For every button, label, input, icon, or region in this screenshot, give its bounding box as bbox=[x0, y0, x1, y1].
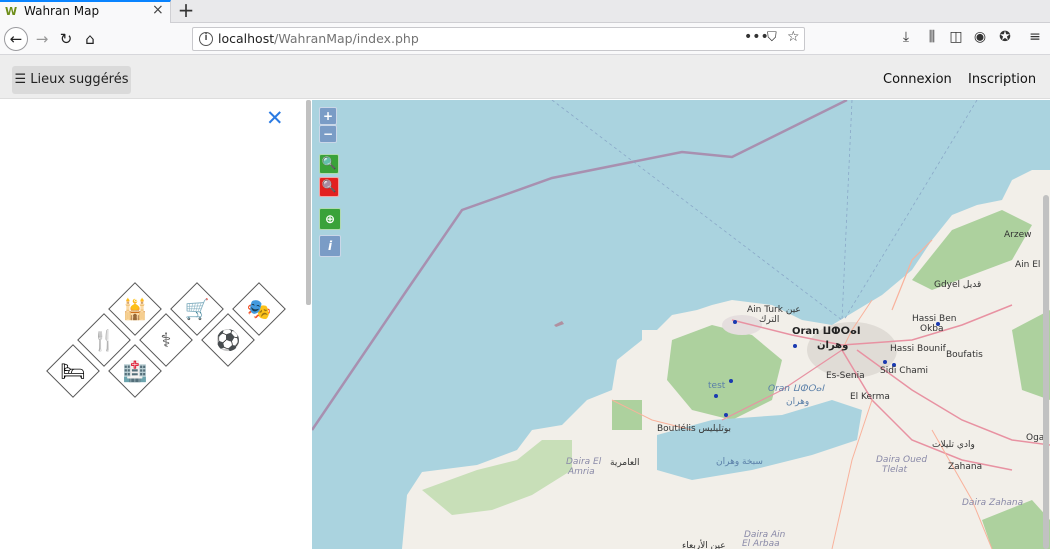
map-label: Amria bbox=[568, 467, 595, 477]
map-scrollbar[interactable] bbox=[1043, 195, 1049, 549]
map-label: Arzew bbox=[1004, 230, 1032, 240]
map-label: El Kerma bbox=[850, 392, 890, 402]
map-label: Sidi Chami bbox=[880, 366, 929, 376]
map-label: Daira El bbox=[566, 457, 602, 467]
pocket-icon[interactable]: ⛉ bbox=[767, 30, 777, 45]
account-icon[interactable]: ◉ bbox=[970, 29, 990, 45]
info-icon[interactable]: i bbox=[199, 32, 213, 46]
map-label: Okba bbox=[920, 324, 944, 334]
forward-button[interactable]: → bbox=[30, 27, 54, 51]
tab-title: Wahran Map bbox=[24, 4, 100, 18]
map-label: عين الأربعاء bbox=[682, 541, 726, 549]
reload-button[interactable]: ↻ bbox=[54, 27, 78, 51]
map-label: وادي تليلات bbox=[932, 440, 975, 450]
url-bar[interactable]: i localhost/WahranMap/index.php ••• ⛉ ☆ bbox=[192, 27, 805, 51]
bed-icon: 🛏 bbox=[60, 359, 86, 383]
map-label: Es-Senia bbox=[826, 371, 865, 381]
signup-link[interactable]: Inscription bbox=[968, 72, 1036, 87]
zoom-in-button[interactable]: + bbox=[319, 107, 337, 125]
map-label: وهران bbox=[786, 397, 810, 407]
map-label: Hassi Bounif bbox=[890, 344, 946, 354]
map-label: Oran ⵡⵀⵔⴰⵏ bbox=[792, 326, 861, 337]
browser-nav-bar: ← → ↻ ⌂ i localhost/WahranMap/index.php … bbox=[0, 23, 1050, 55]
map-label: test bbox=[708, 381, 726, 391]
map-label: Oran ⵡⵀⵔⴰⵏ bbox=[768, 384, 825, 394]
page-actions-icon[interactable]: ••• bbox=[744, 29, 769, 45]
map-label: Ain Turk عين bbox=[747, 305, 801, 315]
sidebar-close-icon[interactable]: ✕ bbox=[266, 106, 284, 130]
zoom-out-button[interactable]: − bbox=[319, 125, 337, 143]
map-label: Boufatis bbox=[946, 350, 983, 360]
tab-close-icon[interactable]: × bbox=[152, 2, 164, 18]
soccer-ball-icon: ⚽ bbox=[215, 328, 241, 352]
locate-icon[interactable]: ⊕ bbox=[319, 208, 341, 230]
wahranmap-favicon-icon: W bbox=[5, 5, 18, 18]
new-tab-button[interactable]: + bbox=[177, 0, 195, 22]
search-remove-icon[interactable]: 🔍 bbox=[319, 177, 339, 197]
browser-tab-bar: W Wahran Map × + bbox=[0, 0, 1050, 23]
library-icon[interactable]: ⫼ bbox=[922, 29, 942, 45]
map-label: Boutlélis بوتليليس bbox=[657, 424, 732, 434]
download-icon[interactable]: ⤓ bbox=[896, 29, 916, 45]
app-header: ☰ Lieux suggérés Connexion Inscription bbox=[0, 55, 1050, 99]
map-label: الترك bbox=[759, 315, 780, 325]
map-label: Tlelat bbox=[882, 465, 908, 475]
login-link[interactable]: Connexion bbox=[883, 72, 952, 87]
map-label: Zahana bbox=[948, 462, 983, 472]
map-label: Daira Oued bbox=[876, 455, 928, 465]
map-label: سبخة وهران bbox=[716, 457, 763, 467]
sidebar-toggle-icon[interactable]: ◫ bbox=[946, 29, 966, 45]
hospital-icon: 🏥 bbox=[122, 359, 148, 383]
sidebar-scrollbar[interactable] bbox=[306, 100, 311, 305]
map-label: Gdyel قديل bbox=[934, 280, 982, 290]
map-label: وهران bbox=[817, 340, 849, 351]
map-label: El Arbaa bbox=[742, 539, 780, 549]
map-label: العامرية bbox=[610, 458, 640, 468]
back-button[interactable]: ← bbox=[4, 27, 28, 51]
info-icon[interactable]: i bbox=[319, 235, 341, 257]
map-label: Daira Zahana bbox=[962, 498, 1024, 508]
map-view[interactable]: Arzew Ain El B Gdyel قديل Hassi Ben Okba… bbox=[312, 100, 1050, 549]
search-icon[interactable]: 🔍 bbox=[319, 154, 339, 174]
suggested-places-button[interactable]: ☰ Lieux suggérés bbox=[12, 66, 131, 94]
url-text[interactable]: localhost/WahranMap/index.php bbox=[218, 31, 419, 46]
browser-tab[interactable]: W Wahran Map × bbox=[0, 0, 171, 23]
map-label: Oga bbox=[1026, 433, 1045, 443]
menu-icon[interactable]: ≡ bbox=[1025, 29, 1045, 45]
home-button[interactable]: ⌂ bbox=[78, 27, 102, 51]
map-label: Hassi Ben bbox=[912, 314, 957, 324]
bookmark-star-icon[interactable]: ☆ bbox=[787, 29, 800, 45]
extension-icon[interactable]: ✪ bbox=[995, 29, 1015, 45]
